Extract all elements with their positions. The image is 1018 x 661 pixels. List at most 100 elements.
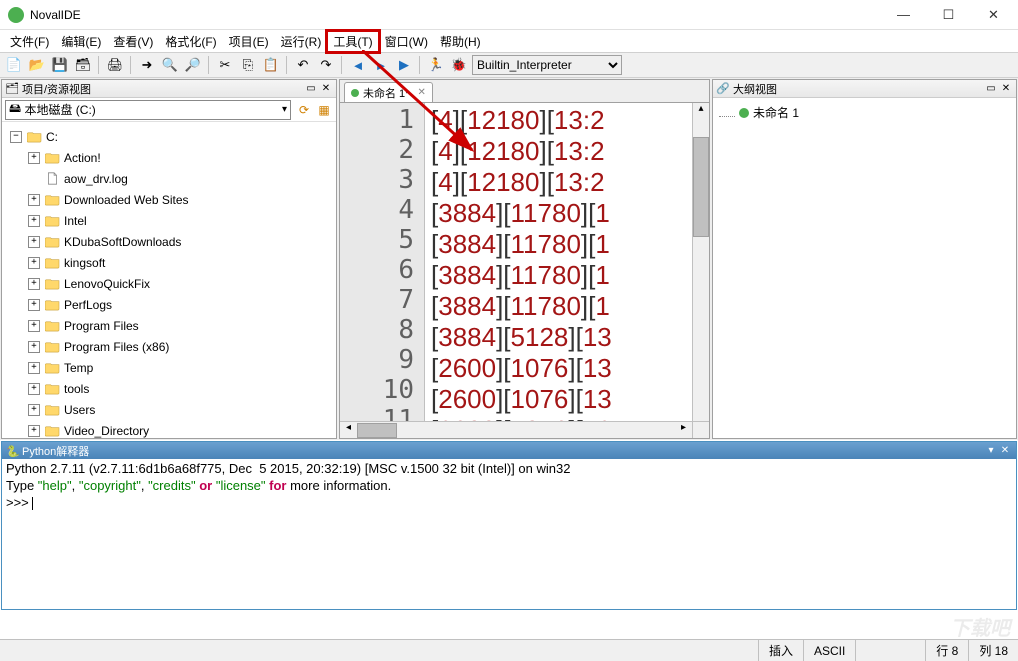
tree-folder[interactable]: +Action! [4, 147, 334, 168]
forward-icon[interactable]: ► [371, 55, 391, 75]
cut-icon[interactable]: ✂ [215, 55, 235, 75]
expander-icon[interactable]: + [28, 404, 40, 416]
folder-icon [44, 382, 60, 396]
tree-folder[interactable]: + Downloaded Web Sites [4, 189, 334, 210]
horizontal-scrollbar[interactable]: ◂▸ [340, 421, 709, 438]
menu-帮助[interactable]: 帮助(H) [434, 31, 487, 52]
editor-tab[interactable]: 未命名 1* ✕ [344, 82, 433, 102]
expander-icon[interactable]: + [28, 152, 40, 164]
expander-icon[interactable]: + [28, 299, 40, 311]
add-icon[interactable]: ▦ [315, 101, 333, 119]
editor-tabbar: 未命名 1* ✕ [340, 80, 709, 102]
panel-icon: 🗂 [5, 82, 19, 96]
panel-close-icon[interactable]: ✕ [319, 82, 333, 96]
status-insert: 插入 [758, 640, 803, 661]
interpreter-select[interactable]: Builtin_Interpreter [472, 55, 622, 75]
sync-icon[interactable]: ⟳ [295, 101, 313, 119]
console-close-icon[interactable]: ✕ [998, 445, 1012, 456]
tree-folder[interactable]: −C: [4, 126, 334, 147]
zoom-icon[interactable]: 🔎 [183, 55, 203, 75]
expander-icon[interactable] [28, 173, 40, 185]
menu-查看[interactable]: 查看(V) [107, 31, 159, 52]
outline-item[interactable]: 未命名 1 [719, 104, 1010, 121]
open-icon[interactable]: 📂 [27, 55, 47, 75]
undo-icon[interactable]: ↶ [293, 55, 313, 75]
close-button[interactable]: ✕ [971, 1, 1016, 29]
editor-body[interactable]: 1234567891011 [4][12180][13:2 [4][12180]… [340, 102, 709, 421]
maximize-button[interactable]: ☐ [926, 1, 971, 29]
outline-item-label: 未命名 1 [753, 104, 799, 121]
console-menu-icon[interactable]: ▾ [984, 445, 998, 456]
console-output[interactable]: Python 2.7.11 (v2.7.11:6d1b6a68f775, Dec… [2, 459, 1016, 609]
print-icon[interactable]: 🖨 [105, 55, 125, 75]
expander-icon[interactable]: + [28, 236, 40, 248]
status-encoding: ASCII [803, 640, 855, 661]
drive-select[interactable]: 🖴 本地磁盘 (C:) ▾ [5, 100, 291, 120]
expander-icon[interactable]: + [28, 278, 40, 290]
new-file-icon[interactable]: 📄 [4, 55, 24, 75]
expander-icon[interactable]: + [28, 215, 40, 227]
search-icon[interactable]: 🔍 [160, 55, 180, 75]
minimize-button[interactable]: — [881, 1, 926, 29]
code-area[interactable]: [4][12180][13:2 [4][12180][13:2 [4][1218… [425, 103, 692, 421]
expander-icon[interactable]: + [28, 194, 40, 206]
redo-icon[interactable]: ↷ [316, 55, 336, 75]
tree-file[interactable]: aow_drv.log [4, 168, 334, 189]
tab-close-icon[interactable]: ✕ [417, 87, 425, 98]
tree-folder[interactable]: +Intel [4, 210, 334, 231]
tree-folder[interactable]: +PerfLogs [4, 294, 334, 315]
menubar: 文件(F)编辑(E)查看(V)格式化(F)项目(E)运行(R)工具(T)窗口(W… [0, 30, 1018, 52]
vertical-scrollbar[interactable]: ▴ [692, 103, 709, 421]
folder-icon [26, 130, 42, 144]
folder-icon [44, 424, 60, 438]
debug-run-icon[interactable]: 🏃 [426, 55, 446, 75]
python-console-panel: 🐍 Python解释器 ▾ ✕ Python 2.7.11 (v2.7.11:6… [1, 441, 1017, 610]
folder-icon [44, 235, 60, 249]
back-icon[interactable]: ◄ [348, 55, 368, 75]
expander-icon[interactable]: + [28, 320, 40, 332]
drive-icon: 🖴 [9, 99, 24, 120]
tree-label: Downloaded Web Sites [64, 193, 189, 207]
menu-编辑[interactable]: 编辑(E) [55, 31, 107, 52]
editor-panel: 未命名 1* ✕ 1234567891011 [4][12180][13:2 [… [339, 79, 710, 439]
expander-icon[interactable]: + [28, 425, 40, 437]
expander-icon[interactable]: − [10, 131, 22, 143]
watermark: 下载吧 [950, 612, 1010, 641]
menu-项目[interactable]: 项目(E) [223, 31, 275, 52]
run-icon[interactable]: ▶ [394, 55, 414, 75]
expander-icon[interactable]: + [28, 362, 40, 374]
tree-folder[interactable]: +Program Files [4, 315, 334, 336]
menu-工具[interactable]: 工具(T) [327, 31, 378, 52]
tree-folder[interactable]: +Video_Directory [4, 420, 334, 438]
tree-line [719, 109, 735, 117]
panel-close-icon[interactable]: ✕ [999, 82, 1013, 96]
tree-folder[interactable]: +Temp [4, 357, 334, 378]
tree-folder[interactable]: +LenovoQuickFix [4, 273, 334, 294]
goto-icon[interactable]: ➜ [137, 55, 157, 75]
tree-folder[interactable]: +Program Files (x86) [4, 336, 334, 357]
menu-格式化[interactable]: 格式化(F) [159, 31, 222, 52]
expander-icon[interactable]: + [28, 341, 40, 353]
outline-icon: 🔗 [716, 82, 730, 96]
panel-minimize-icon[interactable]: ▭ [984, 82, 998, 96]
expander-icon[interactable]: + [28, 257, 40, 269]
project-tree[interactable]: −C:+Action!aow_drv.log + Downloaded Web Si… [2, 122, 336, 438]
menu-文件[interactable]: 文件(F) [4, 31, 55, 52]
save-icon[interactable]: 💾 [50, 55, 70, 75]
python-icon: 🐍 [6, 445, 18, 457]
bug-icon[interactable]: 🐞 [449, 55, 469, 75]
expander-icon[interactable]: + [28, 383, 40, 395]
menu-运行[interactable]: 运行(R) [275, 31, 328, 52]
tree-folder[interactable]: +tools [4, 378, 334, 399]
menu-窗口[interactable]: 窗口(W) [379, 31, 434, 52]
status-line: 行 8 [925, 640, 968, 661]
panel-minimize-icon[interactable]: ▭ [304, 82, 318, 96]
paste-icon[interactable]: 📋 [261, 55, 281, 75]
copy-icon[interactable]: ⎘ [238, 55, 258, 75]
tree-folder[interactable]: +kingsoft [4, 252, 334, 273]
project-panel: 🗂 项目/资源视图 ▭ ✕ 🖴 本地磁盘 (C:) ▾ ⟳ ▦ −C:+Acti… [1, 79, 337, 439]
tree-folder[interactable]: +Users [4, 399, 334, 420]
save-all-icon[interactable]: 🗃 [73, 55, 93, 75]
tree-folder[interactable]: +KDubaSoftDownloads [4, 231, 334, 252]
console-titlebar: 🐍 Python解释器 ▾ ✕ [2, 442, 1016, 459]
